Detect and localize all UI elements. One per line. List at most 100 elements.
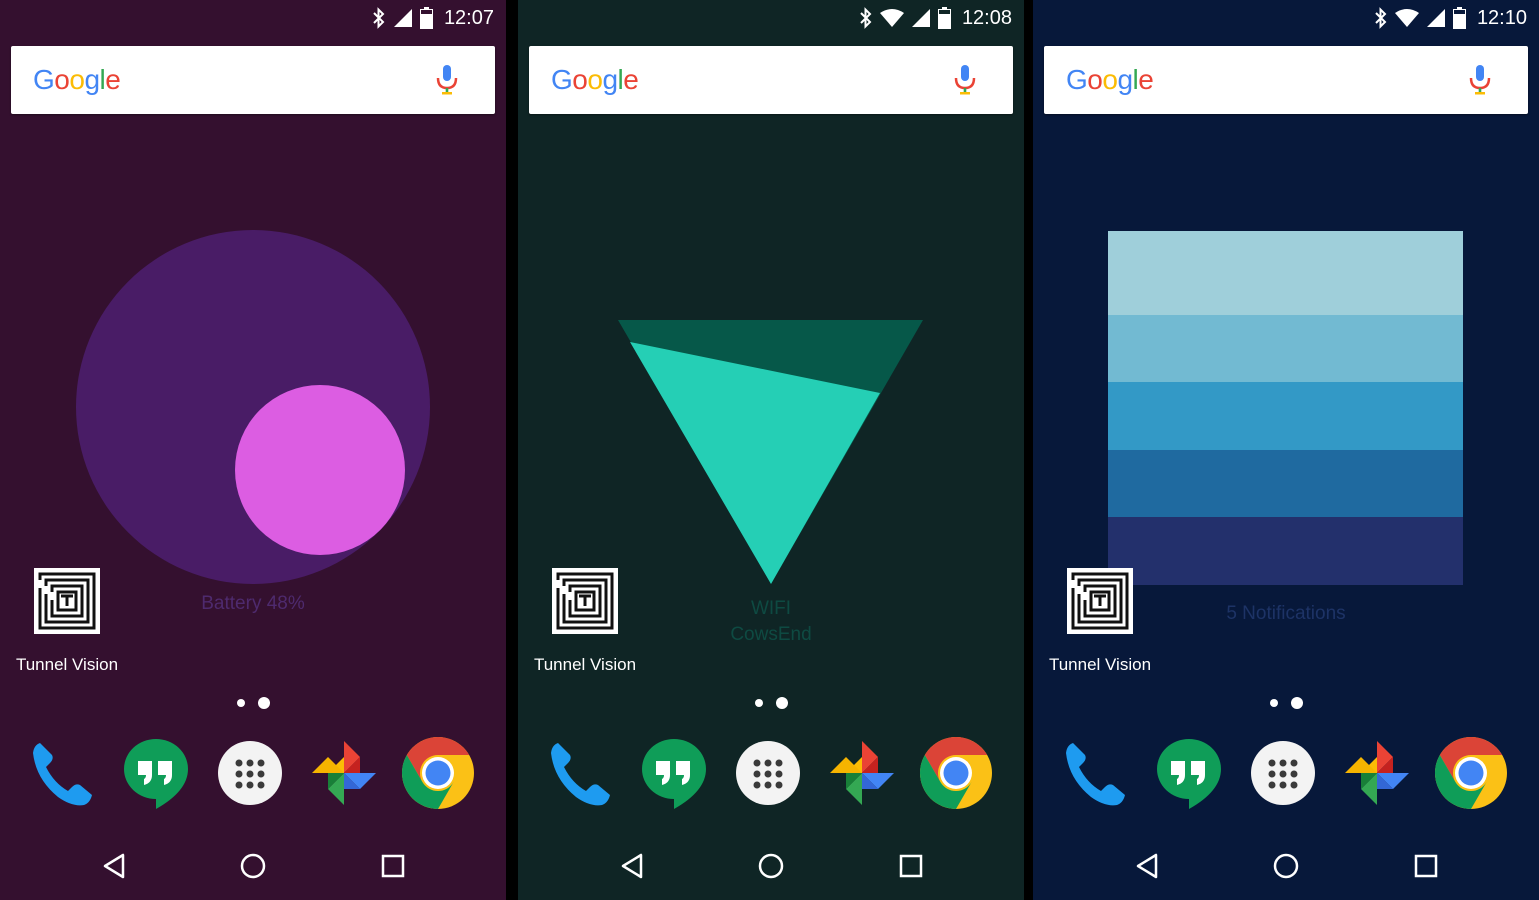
battery-icon <box>1452 7 1466 29</box>
navigation-bar <box>518 844 1024 888</box>
google-search-bar[interactable]: Google <box>11 46 495 114</box>
google-logo-letter: g <box>602 64 618 95</box>
google-logo-letter: o <box>572 64 588 95</box>
google-logo-letter: o <box>1087 64 1103 95</box>
back-icon <box>103 853 125 879</box>
page-indicator <box>1270 697 1310 709</box>
google-logo: Google <box>551 64 639 96</box>
recents-icon <box>381 854 405 878</box>
notification-band-3 <box>1108 382 1463 450</box>
hangouts-icon <box>1157 739 1221 809</box>
google-logo-letter: g <box>1117 64 1133 95</box>
photos-app-button[interactable] <box>306 735 382 811</box>
battery-icon <box>419 7 433 29</box>
app-drawer-icon <box>1251 741 1315 805</box>
app-drawer-app-button[interactable] <box>730 735 806 811</box>
google-logo: Google <box>1066 64 1154 96</box>
app-tunnel-vision[interactable]: Tunnel Vision <box>1048 566 1152 675</box>
recents-button[interactable] <box>1404 844 1448 888</box>
google-logo-letter: e <box>623 64 639 95</box>
bluetooth-icon <box>860 7 872 29</box>
page-dot-2 <box>258 697 270 709</box>
cellular-signal-icon <box>911 9 930 27</box>
google-logo-letter: G <box>33 64 55 95</box>
status-clock: 12:10 <box>1476 6 1527 29</box>
battery-level-circle <box>235 385 405 555</box>
phone-icon <box>33 743 92 806</box>
status-clock: 12:07 <box>443 6 494 29</box>
page-dot-2 <box>1291 697 1303 709</box>
recents-icon <box>899 854 923 878</box>
notification-band-2 <box>1108 315 1463 382</box>
cellular-signal-icon <box>1426 9 1445 27</box>
bluetooth-icon <box>373 7 385 29</box>
home-screen-notifications: 12:10 Google 5 Notifications Tunnel Visi… <box>1033 0 1539 900</box>
app-drawer-icon <box>218 741 282 805</box>
mic-icon[interactable] <box>435 65 459 97</box>
recents-button[interactable] <box>371 844 415 888</box>
chrome-app-button[interactable] <box>1433 735 1509 811</box>
home-screen-wifi: 12:08 Google WIFI CowsEnd Tunnel Vision <box>518 0 1024 900</box>
mic-icon[interactable] <box>953 65 977 97</box>
status-bar: 12:07 <box>0 0 506 36</box>
back-button[interactable] <box>609 844 653 888</box>
google-logo-letter: o <box>587 64 603 95</box>
app-drawer-app-button[interactable] <box>212 735 288 811</box>
chrome-icon <box>401 737 474 809</box>
phone-icon <box>1066 743 1125 806</box>
dock <box>518 735 1024 815</box>
home-button[interactable] <box>231 844 275 888</box>
google-search-bar[interactable]: Google <box>1044 46 1528 114</box>
mic-icon[interactable] <box>1468 65 1492 97</box>
google-logo: Google <box>33 64 121 96</box>
photos-icon <box>830 741 894 805</box>
navigation-bar <box>1033 844 1539 888</box>
tunnel-vision-icon <box>34 568 100 634</box>
app-tunnel-vision[interactable]: Tunnel Vision <box>15 566 119 675</box>
back-icon <box>1136 853 1158 879</box>
page-dot-1 <box>755 699 763 707</box>
google-logo-letter: o <box>69 64 85 95</box>
status-bar: 12:10 <box>1033 0 1539 36</box>
notification-band-4 <box>1108 450 1463 517</box>
app-label: Tunnel Vision <box>533 655 637 674</box>
status-clock: 12:08 <box>961 6 1012 29</box>
chrome-icon <box>919 737 992 809</box>
hangouts-app-button[interactable] <box>636 735 712 811</box>
navigation-bar <box>0 844 506 888</box>
notification-band-5 <box>1108 517 1463 585</box>
back-icon <box>621 853 643 879</box>
app-drawer-icon <box>736 741 800 805</box>
page-dot-1 <box>237 699 245 707</box>
dock <box>0 735 506 815</box>
page-dot-1 <box>1270 699 1278 707</box>
app-drawer-app-button[interactable] <box>1245 735 1321 811</box>
tunnel-vision-icon <box>1067 568 1133 634</box>
back-button[interactable] <box>1124 844 1168 888</box>
home-icon <box>758 853 784 879</box>
photos-app-button[interactable] <box>824 735 900 811</box>
google-logo-letter: G <box>551 64 573 95</box>
hangouts-app-button[interactable] <box>1151 735 1227 811</box>
hangouts-app-button[interactable] <box>118 735 194 811</box>
google-logo-letter: e <box>1138 64 1154 95</box>
tunnel-vision-icon <box>552 568 618 634</box>
chrome-app-button[interactable] <box>918 735 994 811</box>
chrome-app-button[interactable] <box>400 735 476 811</box>
photos-app-button[interactable] <box>1339 735 1415 811</box>
status-bar: 12:08 <box>518 0 1024 36</box>
home-button[interactable] <box>1264 844 1308 888</box>
phone-app-button[interactable] <box>542 735 618 811</box>
phone-app-button[interactable] <box>24 735 100 811</box>
recents-button[interactable] <box>889 844 933 888</box>
home-button[interactable] <box>749 844 793 888</box>
page-dot-2 <box>776 697 788 709</box>
app-label: Tunnel Vision <box>15 655 119 674</box>
cellular-signal-icon <box>393 9 412 27</box>
back-button[interactable] <box>91 844 135 888</box>
phone-app-button[interactable] <box>1057 735 1133 811</box>
app-tunnel-vision[interactable]: Tunnel Vision <box>533 566 637 675</box>
google-logo-letter: G <box>1066 64 1088 95</box>
battery-icon <box>937 7 951 29</box>
google-search-bar[interactable]: Google <box>529 46 1013 114</box>
